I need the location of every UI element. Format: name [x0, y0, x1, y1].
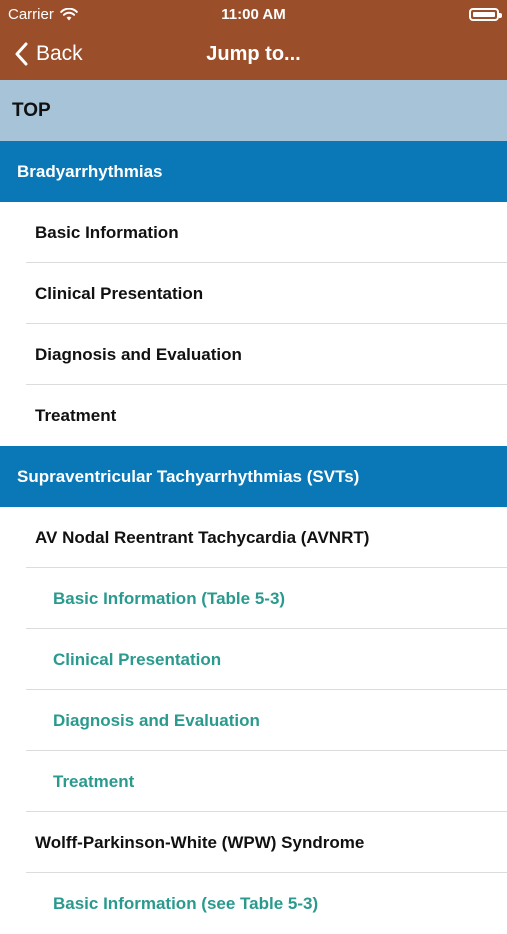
list-subitem[interactable]: Diagnosis and Evaluation: [0, 690, 507, 751]
section-title: Bradyarrhythmias: [17, 161, 163, 181]
list-item-label: AV Nodal Reentrant Tachycardia (AVNRT): [35, 527, 370, 547]
section-title: Supraventricular Tachyarrhythmias (SVTs): [17, 466, 360, 486]
list-subitem[interactable]: Basic Information (Table 5-3): [0, 568, 507, 629]
page-title: Jump to...: [206, 43, 301, 65]
top-label: TOP: [12, 99, 51, 121]
list-item-label: Clinical Presentation: [53, 649, 222, 669]
list-item-label: Basic Information: [35, 222, 179, 242]
list-item[interactable]: Diagnosis and Evaluation: [0, 324, 507, 385]
navigation-bar: Back Jump to...: [0, 28, 507, 80]
list-item-label: Basic Information (Table 5-3): [53, 588, 286, 608]
section-header-svts[interactable]: Supraventricular Tachyarrhythmias (SVTs): [0, 446, 507, 507]
list-item-label: Basic Information (see Table 5-3): [53, 893, 319, 913]
list-item[interactable]: Treatment: [0, 385, 507, 446]
list-item-label: Wolff-Parkinson-White (WPW) Syndrome: [35, 832, 365, 852]
section-header-bradyarrhythmias[interactable]: Bradyarrhythmias: [0, 141, 507, 202]
list-item[interactable]: Basic Information: [0, 202, 507, 263]
carrier-label: Carrier: [8, 5, 54, 23]
list-item[interactable]: Wolff-Parkinson-White (WPW) Syndrome: [0, 812, 507, 873]
jump-list: TOP Bradyarrhythmias Basic Information C…: [0, 80, 507, 934]
list-item-label: Diagnosis and Evaluation: [53, 710, 260, 730]
list-item[interactable]: AV Nodal Reentrant Tachycardia (AVNRT): [0, 507, 507, 568]
list-subitem[interactable]: Clinical Presentation: [0, 629, 507, 690]
status-bar: Carrier 11:00 AM: [0, 0, 507, 28]
list-item[interactable]: Clinical Presentation: [0, 263, 507, 324]
list-item-label: Clinical Presentation: [35, 283, 204, 303]
list-item-label: Treatment: [35, 405, 117, 425]
list-item-label: Diagnosis and Evaluation: [35, 344, 242, 364]
status-left: Carrier: [8, 6, 78, 23]
list-item-top[interactable]: TOP: [0, 80, 507, 141]
list-subitem[interactable]: Treatment: [0, 751, 507, 812]
battery-icon: [469, 7, 502, 21]
list-item-label: Treatment: [53, 771, 135, 791]
list-subitem[interactable]: Basic Information (see Table 5-3): [0, 873, 507, 934]
wifi-icon: [60, 7, 78, 20]
